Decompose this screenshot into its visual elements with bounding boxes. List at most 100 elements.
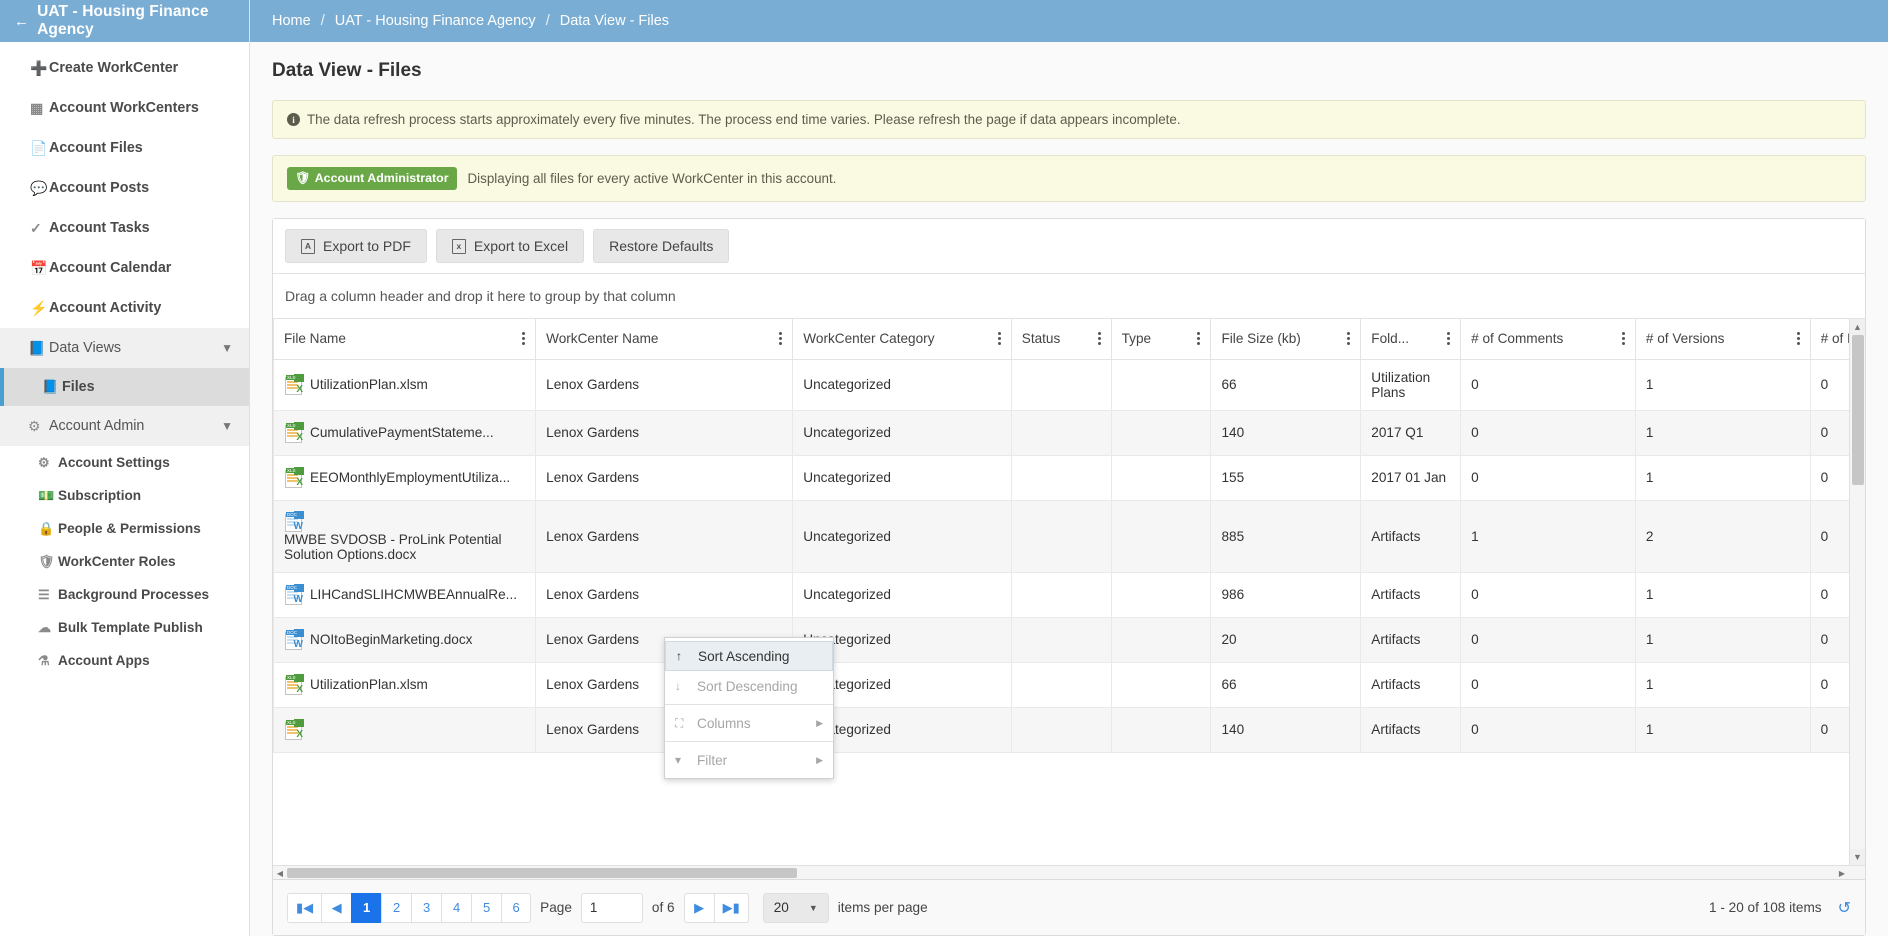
next-page-button[interactable]: ▶ xyxy=(683,892,714,923)
column-menu-icon[interactable] xyxy=(516,330,526,347)
restore-defaults-button[interactable]: Restore Defaults xyxy=(593,229,730,263)
sidebar-item-account-activity[interactable]: ⚡ Account Activity xyxy=(0,288,249,328)
admin-alert: 🛡 Account Administrator Displaying all fi… xyxy=(272,155,1866,202)
file-icon: 📄 xyxy=(30,139,48,156)
menu-item-filter[interactable]: ▾ Filter ▶ xyxy=(665,745,833,775)
last-page-button[interactable]: ▶▮ xyxy=(713,892,749,923)
refresh-icon[interactable]: ↺ xyxy=(1838,898,1851,918)
group-drop-area[interactable]: Drag a column header and drop it here to… xyxy=(273,274,1865,319)
column-header-of-versions[interactable]: # of Versions xyxy=(1634,319,1811,360)
menu-item-label: Columns xyxy=(697,715,751,731)
column-header-file-size-kb[interactable]: File Size (kb) xyxy=(1210,319,1362,360)
arrow-down-icon: ↓ xyxy=(675,679,681,693)
first-page-button[interactable]: ▮◀ xyxy=(287,892,322,923)
column-header-workcenter-category[interactable]: WorkCenter Category xyxy=(792,319,1012,360)
column-header-status[interactable]: Status xyxy=(1010,319,1112,360)
cell-file-name[interactable]: XLS X UtilizationPlan.xlsm xyxy=(273,358,537,411)
page-button-3[interactable]: 3 xyxy=(411,892,442,923)
items-per-page-select[interactable]: 20 ▼ xyxy=(762,892,829,923)
sidebar-item-workcenter-roles[interactable]: 🛡 WorkCenter Roles xyxy=(0,545,249,578)
column-menu-icon[interactable] xyxy=(992,330,1001,347)
page-button-4[interactable]: 4 xyxy=(441,892,472,923)
breadcrumb-item-current[interactable]: Data View - Files xyxy=(560,13,669,29)
column-header-label: WorkCenter Name xyxy=(546,331,659,347)
sidebar-group-data-views[interactable]: 📘 Data Views ▼ xyxy=(0,328,249,368)
export-excel-button[interactable]: x Export to Excel xyxy=(435,229,585,263)
cell-file-name[interactable]: DOC W NOItoBeginMarketing.docx xyxy=(273,616,537,663)
column-header-of-comments[interactable]: # of Comments xyxy=(1460,319,1636,360)
table-row[interactable]: XLS X CumulativePaymentStateme... Lenox Gar… xyxy=(273,409,1865,456)
page-button-6[interactable]: 6 xyxy=(501,892,532,923)
column-menu-icon[interactable] xyxy=(1791,330,1800,347)
scroll-left-icon[interactable]: ◀ xyxy=(273,866,287,880)
breadcrumb-item-home[interactable]: Home xyxy=(272,13,311,29)
sidebar-item-account-files[interactable]: 📄 Account Files xyxy=(0,128,249,168)
data-grid-panel: A Export to PDF x Export to Excel Restor… xyxy=(272,218,1866,936)
cell-file-name[interactable]: XLS X CumulativePaymentStateme... xyxy=(273,409,537,456)
file-name-text: MWBE SVDOSB - ProLink Potential Solution… xyxy=(284,531,502,562)
cell-comments-count: 0 xyxy=(1460,571,1636,618)
sidebar-item-background-processes[interactable]: ☰ Background Processes xyxy=(0,578,249,611)
scroll-right-icon[interactable]: ▶ xyxy=(1835,866,1849,880)
arrow-left-icon[interactable]: ← xyxy=(14,13,29,30)
cell-file-name[interactable]: XLS X UtilizationPlan.xlsm xyxy=(273,661,537,708)
export-pdf-button[interactable]: A Export to PDF xyxy=(285,229,427,263)
column-header-file-name[interactable]: File Name xyxy=(273,319,537,360)
sidebar-item-files[interactable]: 📘 Files xyxy=(0,368,249,406)
cell-versions-count: 1 xyxy=(1634,571,1811,618)
excel-file-icon: XLS X xyxy=(285,467,304,488)
sidebar-item-account-posts[interactable]: 💬 Account Posts xyxy=(0,168,249,208)
main-area: Home / UAT - Housing Finance Agency / Da… xyxy=(250,0,1888,936)
cell-file-name[interactable]: XLS X EEOMonthlyEmploymentUtiliza... xyxy=(273,454,537,501)
page-button-1[interactable]: 1 xyxy=(351,892,382,923)
breadcrumb-item-account[interactable]: UAT - Housing Finance Agency xyxy=(335,13,536,29)
menu-item-sort-descending[interactable]: ↓ Sort Descending xyxy=(665,671,833,701)
page-of-label: of 6 xyxy=(651,900,675,915)
column-menu-icon[interactable] xyxy=(773,330,783,347)
page-button-5[interactable]: 5 xyxy=(471,892,502,923)
column-menu-icon[interactable] xyxy=(1441,330,1451,347)
cell-workcenter-category: Uncategorized xyxy=(792,571,1012,618)
column-header-workcenter-name[interactable]: WorkCenter Name xyxy=(535,319,794,360)
sidebar-item-account-workcenters[interactable]: ▦ Account WorkCenters xyxy=(0,88,249,128)
vertical-scrollbar[interactable]: ▲ ▼ xyxy=(1849,319,1865,865)
cell-file-name[interactable]: XLS X xyxy=(273,706,537,753)
sidebar-item-account-settings[interactable]: ⚙ Account Settings xyxy=(0,446,249,479)
column-menu-icon[interactable] xyxy=(1191,330,1201,347)
column-menu-icon[interactable] xyxy=(1092,330,1101,347)
cell-file-name[interactable]: DOC W LIHCandSLIHCMWBEAnnualRe... xyxy=(273,571,537,618)
sidebar-header[interactable]: ← UAT - Housing Finance Agency xyxy=(0,0,249,42)
page-button-2[interactable]: 2 xyxy=(381,892,412,923)
sidebar-item-account-tasks[interactable]: ✓ Account Tasks xyxy=(0,208,249,248)
column-menu-icon[interactable] xyxy=(1341,330,1351,347)
sidebar-item-bulk-template-publish[interactable]: ☁ Bulk Template Publish xyxy=(0,611,249,644)
sidebar-item-subscription[interactable]: 💵 Subscription xyxy=(0,479,249,512)
menu-item-columns[interactable]: ⛶ Columns ▶ xyxy=(665,708,833,738)
scroll-up-icon[interactable]: ▲ xyxy=(1850,319,1865,335)
table-row[interactable]: DOC W NOItoBeginMarketing.docx Lenox Garden… xyxy=(273,616,1865,663)
table-row[interactable]: XLS X UtilizationPlan.xlsm Lenox Gardens Unc… xyxy=(273,661,1865,708)
table-row[interactable]: DOC W MWBE SVDOSB - ProLink Potential Solu… xyxy=(273,499,1865,573)
table-row[interactable]: XLS X EEOMonthlyEmploymentUtiliza... Lenox … xyxy=(273,454,1865,501)
sidebar-item-label: Background Processes xyxy=(58,587,210,602)
column-menu-icon[interactable] xyxy=(1616,330,1625,347)
menu-item-sort-ascending[interactable]: ↑ Sort Ascending xyxy=(665,641,833,671)
sidebar-item-people-permissions[interactable]: 🔒 People & Permissions xyxy=(0,512,249,545)
cell-file-name[interactable]: DOC W MWBE SVDOSB - ProLink Potential Solu… xyxy=(273,499,537,573)
scroll-down-icon[interactable]: ▼ xyxy=(1850,849,1865,865)
column-header-fold[interactable]: Fold... xyxy=(1360,319,1462,360)
vertical-scroll-thumb[interactable] xyxy=(1852,335,1864,485)
table-row[interactable]: DOC W LIHCandSLIHCMWBEAnnualRe... Lenox Gar… xyxy=(273,571,1865,618)
sidebar-group-account-admin[interactable]: ⚙ Account Admin ▼ xyxy=(0,406,249,446)
sidebar-item-account-calendar[interactable]: 📅 Account Calendar xyxy=(0,248,249,288)
page-input[interactable] xyxy=(580,892,643,923)
sidebar-item-account-apps[interactable]: ⚗ Account Apps xyxy=(0,644,249,677)
sidebar-header-title: UAT - Housing Finance Agency xyxy=(37,3,209,38)
table-row[interactable]: XLS X Lenox Gardens Uncategorized 140 Artifac… xyxy=(273,706,1865,753)
sidebar-item-create-workcenter[interactable]: ➕ Create WorkCenter xyxy=(0,48,249,88)
horizontal-scroll-thumb[interactable] xyxy=(287,868,797,878)
table-row[interactable]: XLS X UtilizationPlan.xlsm Lenox Gardens Unc… xyxy=(273,358,1865,411)
column-header-type[interactable]: Type xyxy=(1110,319,1212,360)
horizontal-scrollbar[interactable]: ◀ ▶ xyxy=(273,865,1865,879)
prev-page-button[interactable]: ◀ xyxy=(321,892,352,923)
